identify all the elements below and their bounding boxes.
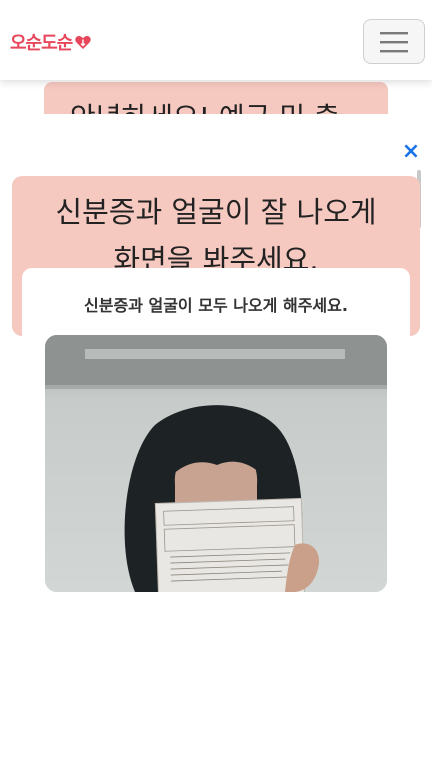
app-logo[interactable]: 오순도순	[10, 28, 92, 56]
camera-card-title: 신분증과 얼굴이 모두 나오게 해주세요.	[84, 296, 348, 315]
camera-card: 신분증과 얼굴이 모두 나오게 해주세요.	[22, 268, 410, 598]
instruction-line-1: 신분증과 얼굴이 잘 나오게	[55, 195, 377, 229]
camera-preview	[45, 335, 387, 592]
id-verification-sheet: × 신분증과 얼굴이 잘 나오게 화면을 봐주세요. 신분증과 얼굴이 모두 나…	[0, 114, 432, 765]
hamburger-icon	[380, 31, 408, 52]
close-button[interactable]: ×	[400, 141, 422, 163]
menu-button[interactable]	[363, 19, 425, 64]
heart-icon	[74, 33, 92, 51]
logo-text: 오순도순	[10, 33, 73, 54]
top-navbar: 오순도순	[0, 0, 432, 80]
